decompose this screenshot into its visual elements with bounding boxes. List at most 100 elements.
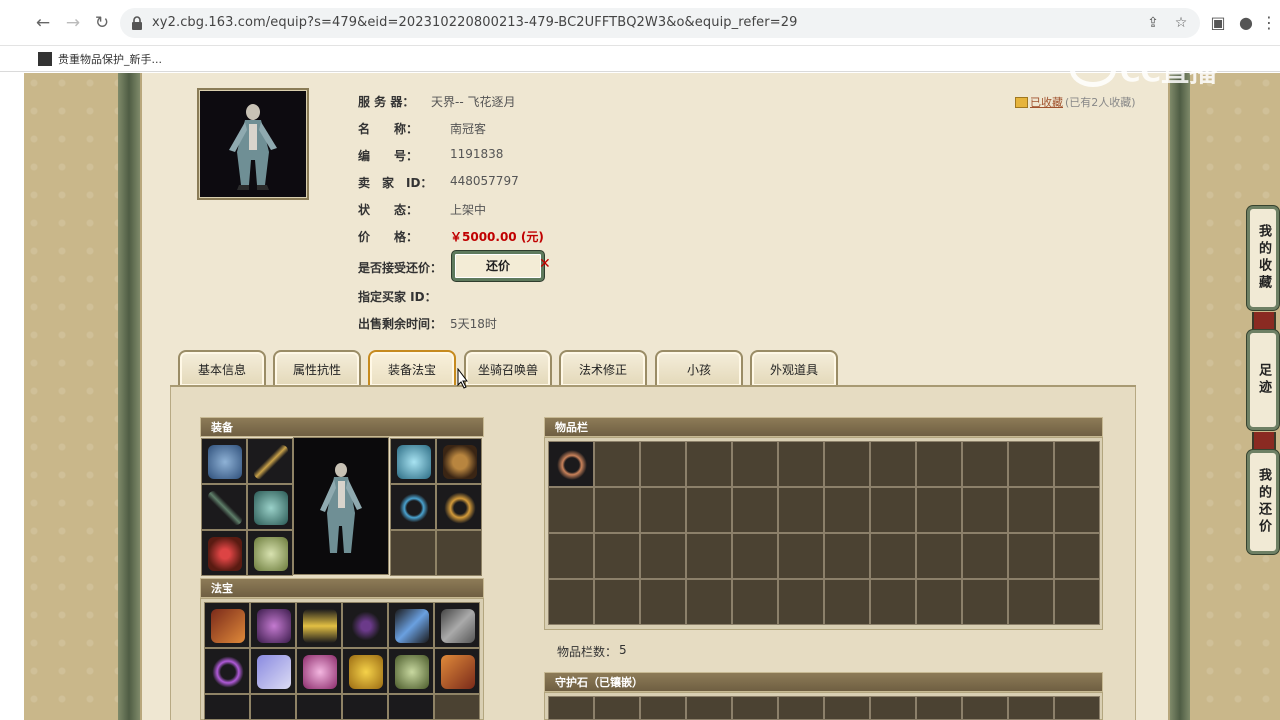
treasure-slot[interactable] xyxy=(296,602,342,648)
guard-stone-slot[interactable] xyxy=(824,696,870,720)
equip-slot-weapon[interactable] xyxy=(247,438,293,484)
inventory-slot[interactable] xyxy=(548,441,594,487)
close-x-icon[interactable]: ✕ xyxy=(539,256,551,272)
guard-stone-slot[interactable] xyxy=(640,696,686,720)
treasure-slot[interactable] xyxy=(388,602,434,648)
inventory-slot[interactable] xyxy=(1054,487,1100,533)
treasure-slot[interactable] xyxy=(388,694,434,720)
inventory-slot[interactable] xyxy=(870,533,916,579)
inventory-slot[interactable] xyxy=(916,487,962,533)
reload-icon[interactable]: ↻ xyxy=(91,12,113,34)
equip-slot-weapon-2[interactable] xyxy=(201,484,247,530)
guard-stone-slot[interactable] xyxy=(548,696,594,720)
tab-spell-correction[interactable]: 法术修正 xyxy=(559,350,647,386)
equip-slot-empty[interactable] xyxy=(390,530,436,576)
share-icon[interactable]: ⇪ xyxy=(1144,14,1162,32)
url-text[interactable]: xy2.cbg.163.com/equip?s=479&eid=20231022… xyxy=(152,15,797,30)
inventory-slot[interactable] xyxy=(778,533,824,579)
inventory-slot[interactable] xyxy=(870,441,916,487)
treasure-slot[interactable] xyxy=(250,694,296,720)
menu-kebab-icon[interactable]: ⋮ xyxy=(1258,12,1280,34)
inventory-slot[interactable] xyxy=(548,487,594,533)
guard-stone-slot[interactable] xyxy=(916,696,962,720)
guard-stone-slot[interactable] xyxy=(1008,696,1054,720)
treasure-slot[interactable] xyxy=(204,648,250,694)
equip-slot-ornament[interactable] xyxy=(436,484,482,530)
inventory-slot[interactable] xyxy=(640,487,686,533)
counter-offer-button[interactable]: 还价 xyxy=(452,251,544,281)
inventory-slot[interactable] xyxy=(548,579,594,625)
guard-stone-slot[interactable] xyxy=(594,696,640,720)
inventory-slot[interactable] xyxy=(686,579,732,625)
forward-arrow-icon[interactable]: → xyxy=(62,12,84,34)
treasure-slot-empty[interactable] xyxy=(434,694,480,720)
inventory-slot[interactable] xyxy=(548,533,594,579)
guard-stone-slot[interactable] xyxy=(962,696,1008,720)
inventory-slot[interactable] xyxy=(732,487,778,533)
side-panel-icon[interactable]: ▣ xyxy=(1207,12,1229,34)
inventory-slot[interactable] xyxy=(594,533,640,579)
my-counter-offers-button[interactable]: 我的还价 xyxy=(1247,450,1279,554)
inventory-slot[interactable] xyxy=(640,441,686,487)
treasure-slot[interactable] xyxy=(434,602,480,648)
equip-slot-belt[interactable] xyxy=(436,438,482,484)
guard-stone-slot[interactable] xyxy=(732,696,778,720)
inventory-slot[interactable] xyxy=(870,579,916,625)
star-bookmark-icon[interactable]: ☆ xyxy=(1172,14,1190,32)
inventory-slot[interactable] xyxy=(1054,579,1100,625)
inventory-slot[interactable] xyxy=(732,533,778,579)
treasure-slot[interactable] xyxy=(250,648,296,694)
inventory-slot[interactable] xyxy=(778,579,824,625)
inventory-slot[interactable] xyxy=(824,441,870,487)
inventory-slot[interactable] xyxy=(1008,533,1054,579)
inventory-slot[interactable] xyxy=(778,441,824,487)
treasure-slot[interactable] xyxy=(204,602,250,648)
equip-slot-boots[interactable] xyxy=(247,530,293,576)
guard-stone-slot[interactable] xyxy=(686,696,732,720)
inventory-slot[interactable] xyxy=(916,441,962,487)
inventory-slot[interactable] xyxy=(824,533,870,579)
equip-slot-charm[interactable] xyxy=(201,530,247,576)
inventory-slot[interactable] xyxy=(686,441,732,487)
inventory-slot[interactable] xyxy=(594,579,640,625)
equip-slot-helmet[interactable] xyxy=(201,438,247,484)
back-arrow-icon[interactable]: ← xyxy=(32,12,54,34)
inventory-slot[interactable] xyxy=(1008,441,1054,487)
address-bar[interactable]: xy2.cbg.163.com/equip?s=479&eid=20231022… xyxy=(120,8,1200,38)
inventory-slot[interactable] xyxy=(962,579,1008,625)
inventory-slot[interactable] xyxy=(824,487,870,533)
equip-slot-armor[interactable] xyxy=(247,484,293,530)
equip-slot-ring[interactable] xyxy=(390,484,436,530)
inventory-slot[interactable] xyxy=(686,487,732,533)
inventory-slot[interactable] xyxy=(962,441,1008,487)
footprint-button[interactable]: 足迹 xyxy=(1247,330,1279,430)
equip-slot-empty[interactable] xyxy=(436,530,482,576)
bookmark-item[interactable]: 贵重物品保护_新手... xyxy=(38,50,162,68)
inventory-slot[interactable] xyxy=(732,441,778,487)
inventory-slot[interactable] xyxy=(870,487,916,533)
inventory-slot[interactable] xyxy=(1054,533,1100,579)
inventory-slot[interactable] xyxy=(594,487,640,533)
tab-equipment[interactable]: 装备法宝 xyxy=(368,350,456,386)
guard-stone-slot[interactable] xyxy=(1054,696,1100,720)
favorite-link[interactable]: 已收藏 xyxy=(1030,94,1063,110)
tab-attributes[interactable]: 属性抗性 xyxy=(273,350,361,386)
inventory-slot[interactable] xyxy=(962,487,1008,533)
inventory-slot[interactable] xyxy=(916,579,962,625)
guard-stone-slot[interactable] xyxy=(870,696,916,720)
tab-children[interactable]: 小孩 xyxy=(655,350,743,386)
inventory-slot[interactable] xyxy=(640,579,686,625)
tab-basic-info[interactable]: 基本信息 xyxy=(178,350,266,386)
inventory-slot[interactable] xyxy=(1054,441,1100,487)
equip-slot-necklace[interactable] xyxy=(390,438,436,484)
inventory-slot[interactable] xyxy=(916,533,962,579)
treasure-slot[interactable] xyxy=(342,602,388,648)
inventory-slot[interactable] xyxy=(778,487,824,533)
inventory-slot[interactable] xyxy=(732,579,778,625)
inventory-slot[interactable] xyxy=(824,579,870,625)
treasure-slot[interactable] xyxy=(434,648,480,694)
tab-mounts-pets[interactable]: 坐骑召唤兽 xyxy=(464,350,552,386)
guard-stone-slot[interactable] xyxy=(778,696,824,720)
inventory-slot[interactable] xyxy=(686,533,732,579)
treasure-slot[interactable] xyxy=(342,648,388,694)
